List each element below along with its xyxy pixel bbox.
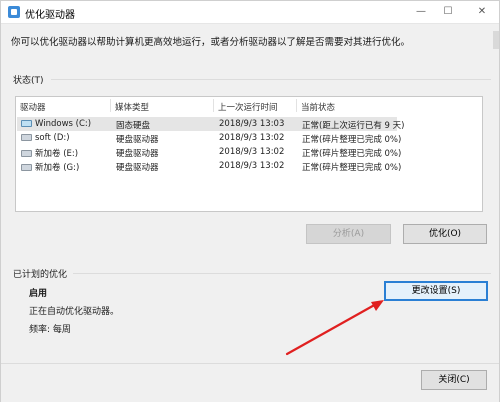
last-run-cell: 2018/9/3 13:02 (219, 133, 285, 143)
status-group-divider (51, 79, 491, 80)
status-cell: 正常(碎片整理已完成 0%) (302, 163, 402, 173)
last-run-cell: 2018/9/3 13:03 (219, 119, 285, 129)
window-title: 优化驱动器 (25, 10, 75, 21)
system-drive-icon (21, 120, 32, 127)
status-cell: 正常(距上次运行已有 9 天) (302, 121, 405, 131)
hard-drive-icon (21, 150, 32, 157)
description-text: 你可以优化驱动器以帮助计算机更高效地运行，或者分析驱动器以了解是否需要对其进行优… (11, 37, 411, 48)
drive-name: 新加卷 (E:) (35, 149, 79, 159)
drive-row[interactable]: soft (D:) 硬盘驱动器 2018/9/3 13:02 正常(碎片整理已完… (17, 131, 401, 145)
column-separator (110, 99, 111, 112)
optimize-button[interactable]: 优化(O) (403, 224, 487, 244)
media-type-cell: 硬盘驱动器 (116, 149, 159, 159)
drives-list-header: 驱动器 媒体类型 上一次运行时间 当前状态 (16, 97, 482, 114)
status-cell: 正常(碎片整理已完成 0%) (302, 135, 402, 145)
drive-name-cell: 新加卷 (E:) (21, 147, 78, 159)
drive-name: soft (D:) (35, 133, 70, 143)
title-bar: 优化驱动器 — ☐ ✕ (1, 1, 499, 24)
change-settings-button[interactable]: 更改设置(S) (384, 281, 488, 301)
column-separator (213, 99, 214, 112)
drive-name-cell: 新加卷 (G:) (21, 161, 79, 173)
last-run-cell: 2018/9/3 13:02 (219, 161, 285, 171)
hard-drive-icon (21, 164, 32, 171)
schedule-auto-text: 正在自动优化驱动器。 (29, 307, 120, 317)
column-header-last-run[interactable]: 上一次运行时间 (218, 101, 278, 113)
drive-row[interactable]: 新加卷 (E:) 硬盘驱动器 2018/9/3 13:02 正常(碎片整理已完成… (17, 145, 401, 159)
column-separator (296, 99, 297, 112)
schedule-group-label: 已计划的优化 (13, 270, 68, 280)
status-cell: 正常(碎片整理已完成 0%) (302, 149, 402, 159)
drives-list[interactable]: 驱动器 媒体类型 上一次运行时间 当前状态 Windows (C:) 固态硬盘 … (15, 96, 483, 212)
drive-name: 新加卷 (G:) (35, 163, 80, 173)
close-button[interactable]: 关闭(C) (421, 370, 487, 390)
close-window-button[interactable]: ✕ (467, 1, 497, 23)
column-header-media-type[interactable]: 媒体类型 (115, 101, 149, 113)
drive-row[interactable]: Windows (C:) 固态硬盘 2018/9/3 13:03 正常(距上次运… (17, 117, 404, 131)
drive-name-cell: Windows (C:) (21, 119, 91, 129)
media-type-cell: 硬盘驱动器 (116, 135, 159, 145)
maximize-button[interactable]: ☐ (433, 1, 463, 23)
optimize-drives-window: 优化驱动器 — ☐ ✕ 你可以优化驱动器以帮助计算机更高效地运行，或者分析驱动器… (0, 0, 500, 402)
drive-name: Windows (C:) (35, 119, 92, 129)
minimize-button[interactable]: — (406, 1, 436, 23)
media-type-cell: 固态硬盘 (116, 121, 151, 131)
column-header-drive[interactable]: 驱动器 (20, 101, 46, 113)
scrollbar-edge[interactable] (493, 31, 499, 49)
drive-name-cell: soft (D:) (21, 133, 70, 143)
last-run-cell: 2018/9/3 13:02 (219, 147, 285, 157)
schedule-group-divider (73, 273, 491, 274)
defrag-app-icon (8, 6, 20, 18)
schedule-frequency: 频率: 每周 (29, 325, 71, 335)
column-header-status[interactable]: 当前状态 (301, 101, 335, 113)
media-type-cell: 硬盘驱动器 (116, 163, 159, 173)
hard-drive-icon (21, 134, 32, 141)
drive-row[interactable]: 新加卷 (G:) 硬盘驱动器 2018/9/3 13:02 正常(碎片整理已完成… (17, 159, 401, 173)
analyze-button[interactable]: 分析(A) (306, 224, 391, 244)
status-group-label: 状态(T) (13, 76, 44, 86)
schedule-state: 启用 (29, 289, 48, 299)
